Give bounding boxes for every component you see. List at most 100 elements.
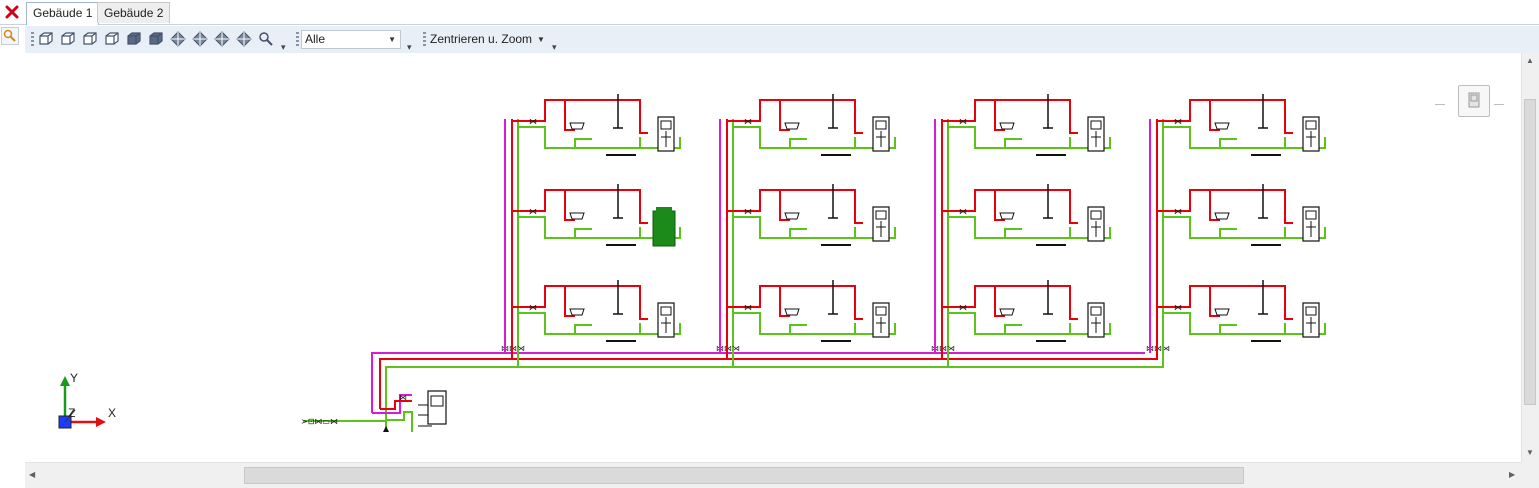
washbasin-icon: [784, 212, 800, 220]
washbasin-icon: [1214, 122, 1230, 130]
filter-select-value: Alle: [305, 32, 326, 46]
washbasin-icon: [999, 122, 1015, 130]
valve-icon: ⋈: [529, 207, 537, 216]
tab-gebaeude-1[interactable]: Gebäude 1: [26, 2, 100, 25]
cold-water-branch: [1163, 216, 1237, 239]
tray-icon: [606, 244, 636, 246]
view-front-icon[interactable]: [59, 31, 77, 47]
circulation-main: [371, 352, 1145, 413]
valve-icon: ⋈: [1174, 117, 1182, 126]
washbasin-icon: [569, 308, 585, 316]
view-cube-widget[interactable]: [1458, 85, 1490, 117]
hot-water-branch: [512, 285, 575, 317]
valve-icon: ⋈: [744, 303, 752, 312]
hot-water-branch: [727, 99, 790, 131]
tab-gebaeude-2[interactable]: Gebäude 2: [97, 2, 171, 23]
scroll-right-icon[interactable]: ▶: [1509, 470, 1515, 479]
hot-water-branch: [727, 285, 790, 317]
cold-water-branch: [733, 312, 807, 335]
view-right-icon[interactable]: [103, 31, 121, 47]
water-meter-icon: >⊡⋈▭⋈: [301, 417, 338, 426]
valve-icon: ⋈: [959, 303, 967, 312]
scroll-up-icon[interactable]: ▲: [1526, 56, 1534, 65]
iso-se-icon[interactable]: [191, 31, 209, 47]
washbasin-icon: [999, 308, 1015, 316]
chevron-down-icon[interactable]: ▼: [537, 31, 545, 48]
view-top-icon[interactable]: [125, 31, 143, 47]
washbasin-icon: [569, 212, 585, 220]
cold-water-branch: [733, 216, 807, 239]
washbasin-icon: [784, 308, 800, 316]
tray-icon: [1036, 244, 1066, 246]
axis-y-label: Y: [70, 371, 78, 385]
horizontal-scrollbar[interactable]: ◀ ▶: [25, 462, 1521, 488]
toolbar-grip[interactable]: [31, 32, 34, 46]
valve-icon: ⋈: [399, 393, 407, 402]
tray-icon: [1251, 154, 1281, 156]
cold-water-branch: [518, 216, 592, 239]
valve-icon: ⋈: [744, 207, 752, 216]
view-left-icon[interactable]: [81, 31, 99, 47]
search-icon[interactable]: [1, 27, 19, 45]
hot-water-branch: [942, 285, 1005, 317]
hot-water-branch: [727, 189, 790, 221]
cold-water-branch: [518, 126, 592, 149]
view-back-icon[interactable]: [37, 31, 55, 47]
zoom-window-icon[interactable]: [257, 31, 275, 47]
cold-water-branch: [948, 216, 1022, 239]
document-tab-bar: Gebäude 1 Gebäude 2: [0, 0, 1539, 25]
iso-nw-icon[interactable]: [235, 31, 253, 47]
horizontal-scroll-thumb[interactable]: [244, 467, 1244, 484]
toolbar-grip[interactable]: [296, 32, 299, 46]
valve-icon: ⋈: [1174, 207, 1182, 216]
washbasin-icon: [999, 212, 1015, 220]
chevron-down-icon: ▼: [388, 35, 396, 44]
hot-water-branch: [942, 99, 1005, 131]
toolbar-grip[interactable]: [423, 32, 426, 46]
iso-sw-icon[interactable]: [169, 31, 187, 47]
washbasin-icon: [1214, 308, 1230, 316]
vertical-scroll-thumb[interactable]: [1524, 99, 1536, 405]
hot-water-main: [379, 345, 1158, 409]
cold-water-branch: [948, 312, 1022, 335]
cold-water-branch: [1163, 312, 1237, 335]
toolbar-overflow-icon[interactable]: ▾: [281, 42, 286, 53]
washbasin-icon: [569, 122, 585, 130]
tray-icon: [606, 154, 636, 156]
tray-icon: [1036, 154, 1066, 156]
cold-water-main: [386, 411, 413, 432]
scroll-left-icon[interactable]: ◀: [29, 470, 35, 479]
toolbar-overflow-icon[interactable]: ▾: [552, 42, 557, 53]
vertical-scrollbar[interactable]: ▲ ▼: [1521, 53, 1539, 462]
view-bottom-icon[interactable]: [147, 31, 165, 47]
zoom-mode-dropdown[interactable]: Zentrieren u. Zoom: [430, 31, 532, 48]
filter-select[interactable]: Alle ▼: [301, 30, 401, 49]
close-icon[interactable]: [3, 3, 21, 21]
valve-icon: ⋈: [1174, 303, 1182, 312]
valve-icon: ⋈: [529, 303, 537, 312]
washbasin-icon: [1214, 212, 1230, 220]
axis-triad: Y X Z: [58, 371, 116, 429]
drawing-canvas[interactable]: ⋈⋈⋈ ⋈ ⋈ ⋈ ⋈⋈⋈ ⋈ ⋈ ⋈ ⋈⋈⋈ ⋈ ⋈ ⋈ ⋈⋈⋈ ⋈ ⋈ ⋈ ⋈ >⊡⋈▭⋈: [25, 53, 1521, 462]
cold-water-branch: [733, 126, 807, 149]
cold-water-branch: [1163, 126, 1237, 149]
hot-water-branch: [512, 189, 575, 221]
hot-water-branch: [942, 189, 1005, 221]
cold-water-branch: [948, 126, 1022, 149]
cold-water-main: [385, 345, 1164, 430]
tray-icon: [1251, 244, 1281, 246]
view-toolbar: ▾ Alle ▼ ▾ Zentrieren u. Zoom ▼ ▾: [25, 26, 1539, 54]
hot-water-branch: [1157, 99, 1220, 131]
tray-icon: [821, 340, 851, 342]
valve-icon: ⋈: [959, 117, 967, 126]
valve-icon: ⋈: [959, 207, 967, 216]
iso-ne-icon[interactable]: [213, 31, 231, 47]
valve-icon: ⋈: [744, 117, 752, 126]
tray-icon: [821, 154, 851, 156]
pipe-schematic[interactable]: ⋈⋈⋈⋈⋈⋈⋈⋈⋈⋈⋈⋈⋈⋈⋈⋈⋈⋈⋈⋈⋈⋈⋈⋈⋈>⊡⋈▭⋈: [25, 53, 1521, 462]
toilet-selected-icon: [656, 207, 672, 213]
scroll-down-icon[interactable]: ▼: [1526, 448, 1534, 457]
washbasin-icon: [784, 122, 800, 130]
toolbar-overflow-icon[interactable]: ▾: [407, 42, 412, 53]
hot-water-branch: [1157, 285, 1220, 317]
